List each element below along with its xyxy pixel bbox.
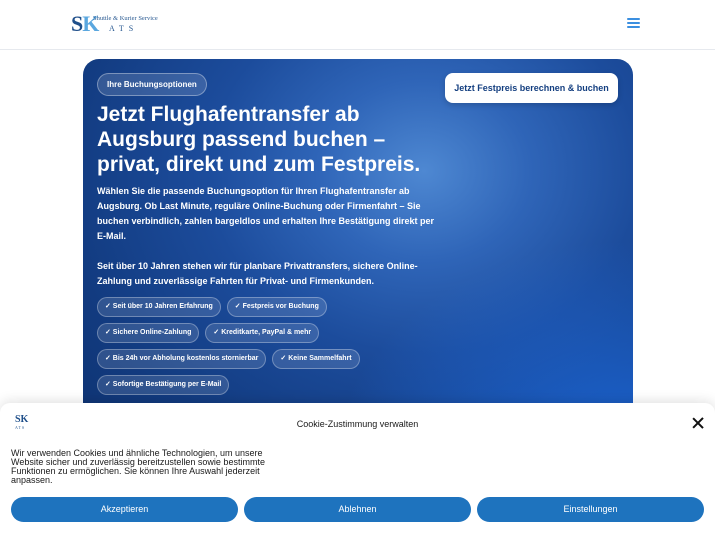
logo-ats: ATS (109, 24, 139, 33)
cookie-description: Wir verwenden Cookies und ähnliche Techn… (11, 448, 265, 485)
site-logo[interactable]: SK Shuttle & Kurier Service ATS (71, 13, 161, 37)
hero-paragraph-2: Seit über 10 Jahren stehen wir für planb… (97, 261, 418, 286)
feature-chip: ✓ Seit über 10 Jahren Erfahrung (97, 297, 221, 317)
site-header: SK Shuttle & Kurier Service ATS (0, 0, 715, 50)
feature-chip: ✓ Sichere Online-Zahlung (97, 323, 200, 343)
cookie-title: Cookie-Zustimmung verwalten (296, 419, 419, 429)
logo-tagline: Shuttle & Kurier Service (93, 15, 158, 22)
hero-title: Jetzt Flughafentransfer ab Augsburg pass… (97, 103, 421, 176)
accept-cookies-button[interactable]: Akzeptieren (11, 497, 238, 522)
booking-options-badge: Ihre Buchungsoptionen (97, 73, 207, 96)
feature-chip: ✓ Sofortige Bestätigung per E-Mail (97, 375, 230, 395)
cookie-consent-banner: SK ATS Cookie-Zustimmung verwalten Wir v… (0, 403, 715, 536)
feature-chip: ✓ Bis 24h vor Abholung kostenlos stornie… (97, 349, 267, 369)
decline-cookies-button[interactable]: Ablehnen (244, 497, 471, 522)
hamburger-menu-icon[interactable] (627, 18, 641, 30)
feature-chip: ✓ Keine Sammelfahrt (272, 349, 360, 369)
close-icon[interactable] (692, 417, 704, 429)
hero-paragraph-1: Wählen Sie die passende Buchungsoption f… (97, 186, 435, 241)
calculate-price-button[interactable]: Jetzt Festpreis berechnen & buchen (445, 73, 618, 103)
hero-card: Ihre Buchungsoptionen Jetzt Festpreis be… (83, 59, 633, 459)
feature-chip: ✓ Festpreis vor Buchung (226, 297, 327, 317)
cookie-settings-button[interactable]: Einstellungen (477, 497, 704, 522)
feature-chips: ✓ Seit über 10 Jahren Erfahrung ✓ Festpr… (97, 297, 417, 401)
feature-chip: ✓ Kreditkarte, PayPal & mehr (205, 323, 320, 343)
